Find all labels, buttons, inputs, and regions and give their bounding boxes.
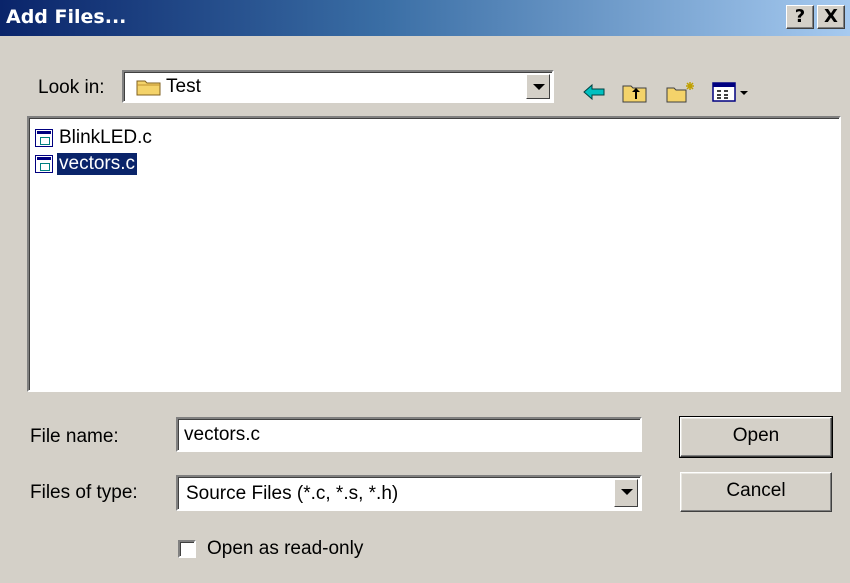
file-name-field[interactable]: vectors.c (176, 417, 642, 452)
file-name: BlinkLED.c (59, 127, 152, 148)
file-type-dropdown-arrow[interactable] (614, 479, 638, 507)
file-type-combo[interactable]: Source Files (*.c, *.s, *.h) (176, 475, 642, 511)
file-name-value: vectors.c (184, 424, 261, 445)
list-item[interactable]: BlinkLED.c (35, 125, 154, 151)
look-in-dropdown-arrow[interactable] (526, 74, 550, 99)
look-in-combo[interactable]: Test (122, 70, 554, 103)
file-type-value: Source Files (*.c, *.s, *.h) (186, 483, 399, 504)
read-only-label[interactable]: Open as read-only (207, 538, 363, 560)
help-button[interactable]: ? (786, 5, 814, 29)
look-in-label: Look in: (38, 77, 105, 98)
title-bar[interactable]: Add Files... ? X (0, 0, 850, 36)
c-file-icon (35, 155, 53, 173)
close-button[interactable]: X (817, 5, 845, 29)
file-type-label: Files of type: (30, 482, 138, 503)
look-in-value: Test (166, 76, 201, 97)
folder-icon (136, 77, 162, 102)
new-folder-icon[interactable] (666, 80, 696, 104)
file-name-selected: vectors.c (55, 152, 139, 176)
file-name-label: File name: (30, 426, 119, 447)
cancel-button[interactable]: Cancel (680, 472, 832, 512)
view-menu-icon[interactable] (712, 80, 752, 104)
back-arrow-icon[interactable] (582, 80, 606, 104)
file-list[interactable]: BlinkLED.c vectors.c (27, 116, 841, 392)
window-title: Add Files... (6, 6, 127, 28)
read-only-checkbox[interactable] (178, 540, 196, 558)
c-file-icon (35, 129, 53, 147)
add-files-dialog: Add Files... ? X Look in: Test BlinkLED.… (0, 0, 850, 583)
up-folder-icon[interactable] (622, 80, 648, 104)
open-button[interactable]: Open (679, 416, 833, 458)
list-item[interactable]: vectors.c (35, 151, 139, 177)
